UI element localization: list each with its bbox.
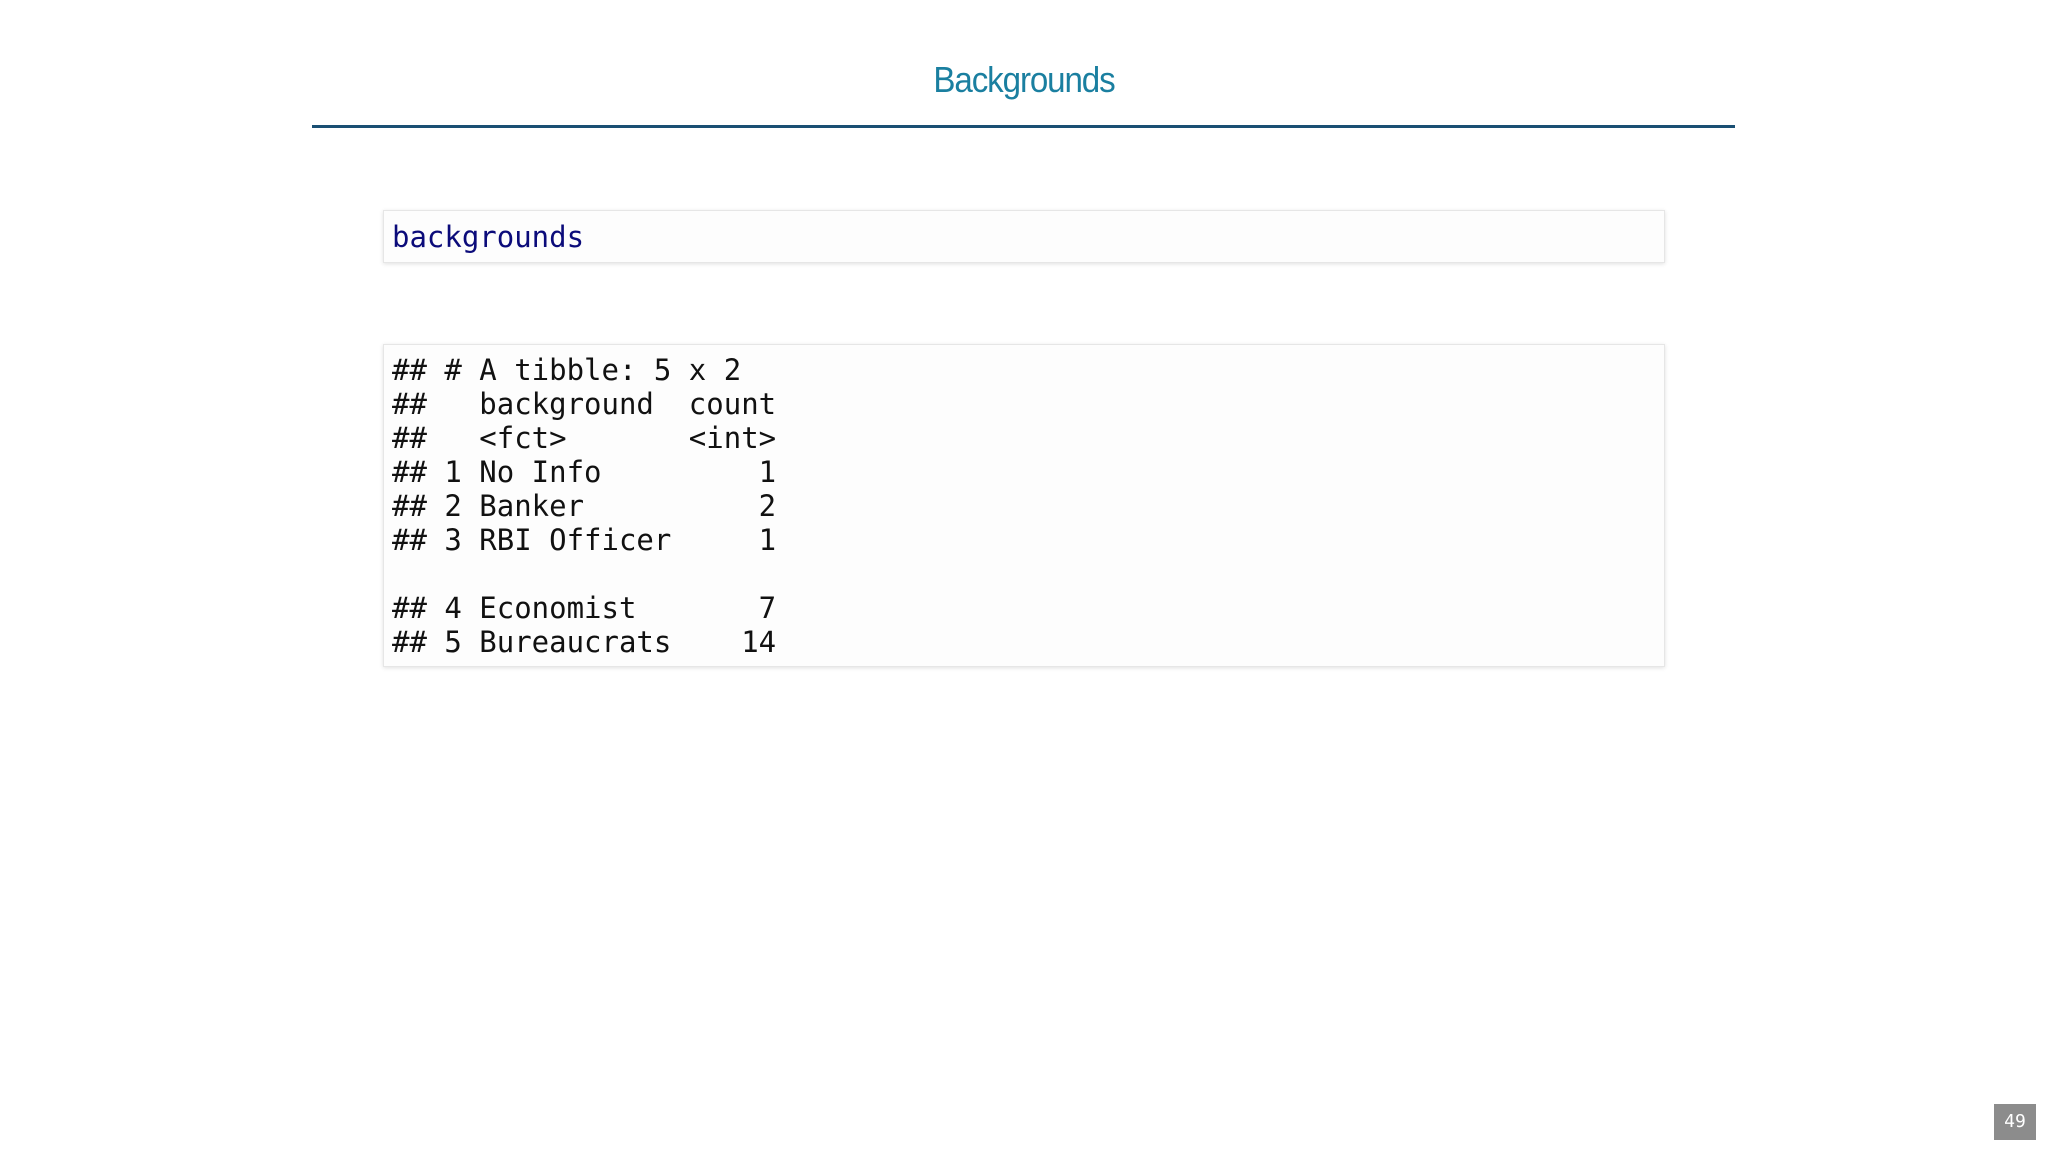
code-output-line: ## background count [392, 387, 777, 421]
code-output-line: ## 3 RBI Officer 1 [392, 523, 777, 557]
code-output-line: ## # A tibble: 5 x 2 [392, 353, 742, 387]
code-output-line: ## 4 Economist 7 [392, 591, 777, 625]
code-output-line: ## <fct> <int> [392, 421, 777, 455]
page-number: 49 [1994, 1104, 2036, 1140]
code-output-line: ## 2 Banker 2 [392, 489, 777, 523]
code-output-text: ## # A tibble: 5 x 2 ## background count… [384, 345, 1664, 666]
title-divider [312, 125, 1735, 128]
code-output-line: ## 1 No Info 1 [392, 455, 777, 489]
code-input-block: backgrounds [383, 210, 1665, 263]
slide-title: Backgrounds [933, 59, 1115, 100]
code-output-block: ## # A tibble: 5 x 2 ## background count… [383, 344, 1665, 667]
slide: Backgrounds backgrounds ## # A tibble: 5… [0, 0, 2048, 1152]
code-input-text: backgrounds [392, 220, 585, 254]
code-output-line: ## 5 Bureaucrats 14 [392, 625, 777, 659]
